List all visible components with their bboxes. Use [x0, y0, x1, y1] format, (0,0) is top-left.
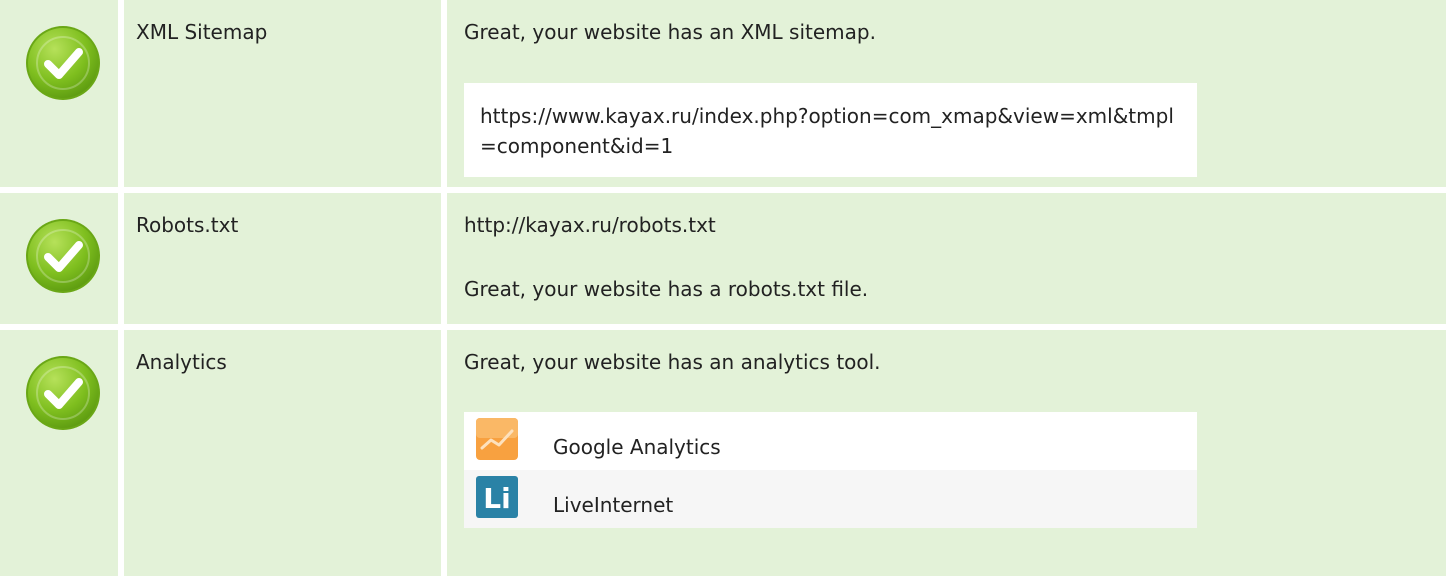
result-cell: http://kayax.ru/robots.txt Great, your w… [447, 193, 1446, 324]
result-cell: Great, your website has an XML sitemap. … [447, 0, 1446, 187]
row-label: Analytics [136, 350, 227, 374]
analytics-tools-list: Google Analytics Li LiveInternet [464, 412, 1197, 528]
liveinternet-icon-text: Li [483, 482, 510, 515]
liveinternet-icon: Li [476, 476, 518, 518]
tool-name: Google Analytics [553, 435, 721, 459]
check-icon [26, 26, 100, 100]
label-cell: XML Sitemap [124, 0, 441, 187]
list-item: Li LiveInternet [464, 470, 1197, 528]
check-icon [26, 219, 100, 293]
result-message: Great, your website has an analytics too… [464, 350, 881, 374]
result-message: Great, your website has a robots.txt fil… [464, 277, 869, 301]
result-message: Great, your website has an XML sitemap. [464, 20, 876, 44]
report-row-xml-sitemap: XML Sitemap Great, your website has an X… [0, 0, 1446, 187]
seo-report: XML Sitemap Great, your website has an X… [0, 0, 1446, 576]
check-icon [26, 356, 100, 430]
status-cell [0, 193, 118, 324]
report-row-robots-txt: Robots.txt http://kayax.ru/robots.txt Gr… [0, 193, 1446, 324]
label-cell: Robots.txt [124, 193, 441, 324]
list-item: Google Analytics [464, 412, 1197, 470]
row-label: Robots.txt [136, 213, 239, 237]
status-cell [0, 330, 118, 576]
row-label: XML Sitemap [136, 20, 268, 44]
sitemap-url[interactable]: https://www.kayax.ru/index.php?option=co… [464, 83, 1197, 177]
status-cell [0, 0, 118, 187]
result-cell: Great, your website has an analytics too… [447, 330, 1446, 576]
tool-name: LiveInternet [553, 493, 674, 517]
report-row-analytics: Analytics Great, your website has an ana… [0, 330, 1446, 576]
label-cell: Analytics [124, 330, 441, 576]
robots-url[interactable]: http://kayax.ru/robots.txt [464, 212, 716, 238]
google-analytics-icon [476, 418, 518, 460]
